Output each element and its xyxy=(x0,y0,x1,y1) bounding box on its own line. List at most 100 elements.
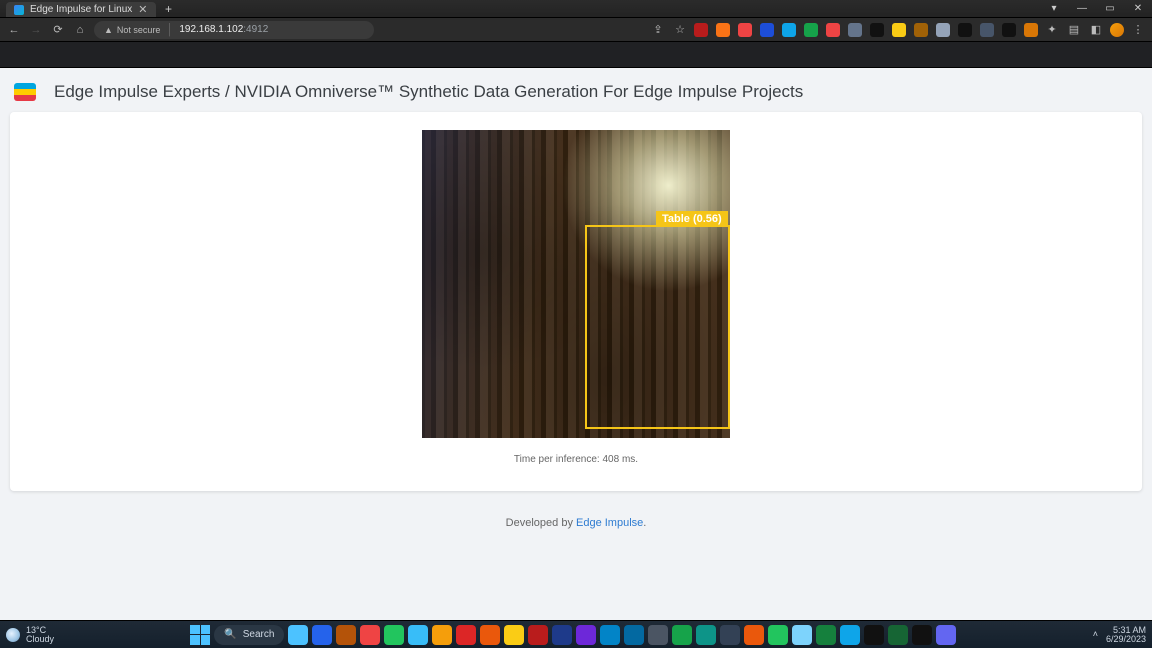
search-label: Search xyxy=(243,629,275,640)
weather-icon xyxy=(6,628,20,642)
extension-icon[interactable] xyxy=(782,23,796,37)
windows-taskbar: 13°C Cloudy 🔍 Search ˄ 5:31 AM 6/29/2023 xyxy=(0,620,1152,648)
browser-navbar: ← → ⟳ ⌂ ▲ Not secure │ 192.168.1.102:491… xyxy=(0,18,1152,42)
taskbar-app-icon[interactable] xyxy=(912,625,932,645)
footer-link[interactable]: Edge Impulse xyxy=(576,517,643,529)
taskbar-app-icon[interactable] xyxy=(528,625,548,645)
forward-button[interactable]: → xyxy=(28,22,44,38)
new-tab-button[interactable]: + xyxy=(160,0,178,17)
extension-icon[interactable] xyxy=(716,23,730,37)
page-header: Edge Impulse Experts / NVIDIA Omniverse™… xyxy=(8,68,1144,112)
security-indicator[interactable]: ▲ Not secure xyxy=(104,25,160,35)
window-maximize-button[interactable]: ▭ xyxy=(1096,0,1124,17)
extension-icon[interactable] xyxy=(980,23,994,37)
edge-impulse-logo-icon xyxy=(14,83,36,101)
inference-card: Table (0.56) Time per inference: 408 ms. xyxy=(10,112,1142,491)
taskbar-weather[interactable]: 13°C Cloudy xyxy=(6,626,54,644)
extension-icons xyxy=(694,23,1038,37)
taskbar-app-icon[interactable] xyxy=(288,625,308,645)
taskbar-app-icon[interactable] xyxy=(576,625,596,645)
extension-icon[interactable] xyxy=(958,23,972,37)
taskbar-app-icon[interactable] xyxy=(312,625,332,645)
taskbar-app-icon[interactable] xyxy=(408,625,428,645)
share-icon[interactable]: ⇪ xyxy=(650,22,666,38)
window-minimize-button[interactable]: — xyxy=(1068,0,1096,17)
extension-icon[interactable] xyxy=(1002,23,1016,37)
detection-label: Table (0.56) xyxy=(656,211,728,227)
taskbar-app-icon[interactable] xyxy=(600,625,620,645)
extension-icon[interactable] xyxy=(848,23,862,37)
tray-clock[interactable]: 5:31 AM 6/29/2023 xyxy=(1106,626,1146,644)
security-label: Not secure xyxy=(117,25,161,35)
taskbar-app-icon[interactable] xyxy=(672,625,692,645)
extension-icon[interactable] xyxy=(804,23,818,37)
taskbar-search[interactable]: 🔍 Search xyxy=(214,625,284,645)
taskbar-app-icon[interactable] xyxy=(696,625,716,645)
taskbar-app-icon[interactable] xyxy=(840,625,860,645)
extension-icon[interactable] xyxy=(870,23,884,37)
tab-favicon xyxy=(14,5,24,15)
address-bar[interactable]: ▲ Not secure │ 192.168.1.102:4912 xyxy=(94,21,374,39)
taskbar-app-icon[interactable] xyxy=(936,625,956,645)
window-controls: ▾ — ▭ ✕ xyxy=(1040,0,1152,17)
tab-close-icon[interactable]: ✕ xyxy=(138,3,147,16)
reading-list-icon[interactable]: ▤ xyxy=(1066,22,1082,38)
extension-icon[interactable] xyxy=(738,23,752,37)
back-button[interactable]: ← xyxy=(6,22,22,38)
footer-suffix: . xyxy=(643,517,646,529)
taskbar-app-icon[interactable] xyxy=(480,625,500,645)
inference-time-text: Time per inference: 408 ms. xyxy=(514,454,638,465)
browser-tab-active[interactable]: Edge Impulse for Linux ✕ xyxy=(6,2,156,17)
taskbar-app-icon[interactable] xyxy=(888,625,908,645)
extension-icon[interactable] xyxy=(914,23,928,37)
tab-title: Edge Impulse for Linux xyxy=(30,4,132,15)
bookmark-bar xyxy=(0,42,1152,68)
taskbar-app-icon[interactable] xyxy=(504,625,524,645)
taskbar-app-icon[interactable] xyxy=(624,625,644,645)
taskbar-app-icon[interactable] xyxy=(768,625,788,645)
taskbar-app-icon[interactable] xyxy=(432,625,452,645)
system-tray[interactable]: ˄ 5:31 AM 6/29/2023 xyxy=(1093,626,1146,644)
home-button[interactable]: ⌂ xyxy=(72,22,88,38)
url-host: 192.168.1.102 xyxy=(179,24,243,35)
url-port: :4912 xyxy=(243,24,268,35)
window-close-button[interactable]: ✕ xyxy=(1124,0,1152,17)
kebab-menu-icon[interactable]: ⋮ xyxy=(1130,22,1146,38)
search-icon: 🔍 xyxy=(224,629,236,640)
taskbar-app-icon[interactable] xyxy=(360,625,380,645)
browser-titlebar: Edge Impulse for Linux ✕ + ▾ — ▭ ✕ xyxy=(0,0,1152,18)
reload-button[interactable]: ⟳ xyxy=(50,22,66,38)
warning-icon: ▲ xyxy=(104,25,113,35)
start-button[interactable] xyxy=(190,625,210,645)
taskbar-app-icon[interactable] xyxy=(720,625,740,645)
extension-icon[interactable] xyxy=(760,23,774,37)
profile-avatar[interactable] xyxy=(1110,23,1124,37)
taskbar-app-icon[interactable] xyxy=(648,625,668,645)
taskbar-app-icon[interactable] xyxy=(864,625,884,645)
detection-bounding-box: Table (0.56) xyxy=(585,225,730,428)
taskbar-app-icon[interactable] xyxy=(336,625,356,645)
taskbar-apps xyxy=(288,625,956,645)
extensions-puzzle-icon[interactable]: ✦ xyxy=(1044,22,1060,38)
tray-chevron-icon[interactable]: ˄ xyxy=(1093,630,1098,639)
extension-icon[interactable] xyxy=(1024,23,1038,37)
extension-icon[interactable] xyxy=(826,23,840,37)
taskbar-app-icon[interactable] xyxy=(384,625,404,645)
footer-credit: Developed by Edge Impulse. xyxy=(8,517,1144,529)
taskbar-app-icon[interactable] xyxy=(816,625,836,645)
extension-icon[interactable] xyxy=(694,23,708,37)
taskbar-app-icon[interactable] xyxy=(552,625,572,645)
taskbar-app-icon[interactable] xyxy=(456,625,476,645)
taskbar-app-icon[interactable] xyxy=(792,625,812,645)
bookmark-star-icon[interactable]: ☆ xyxy=(672,22,688,38)
page-content: Edge Impulse Experts / NVIDIA Omniverse™… xyxy=(0,68,1152,620)
footer-prefix: Developed by xyxy=(506,517,576,529)
weather-desc: Cloudy xyxy=(26,635,54,644)
window-restore-down-auxiliary[interactable]: ▾ xyxy=(1040,0,1068,17)
extension-icon[interactable] xyxy=(936,23,950,37)
taskbar-center: 🔍 Search xyxy=(58,625,1089,645)
taskbar-app-icon[interactable] xyxy=(744,625,764,645)
side-panel-icon[interactable]: ◧ xyxy=(1088,22,1104,38)
extension-icon[interactable] xyxy=(892,23,906,37)
camera-preview: Table (0.56) xyxy=(422,130,730,438)
